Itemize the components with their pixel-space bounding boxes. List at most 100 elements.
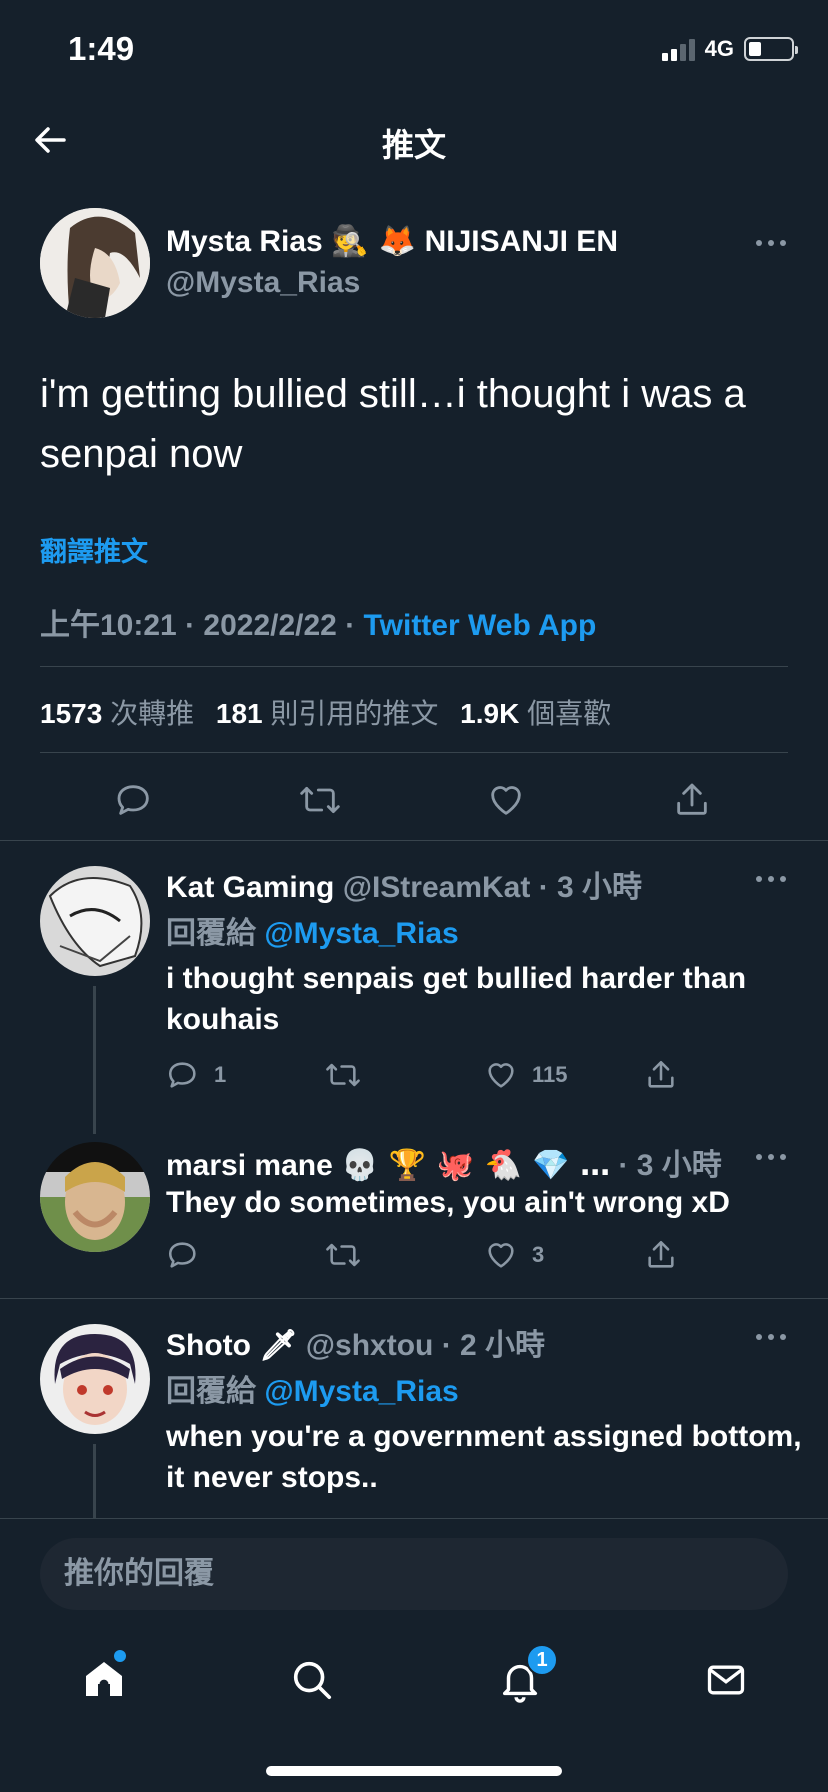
tab-messages[interactable] — [696, 1650, 756, 1710]
tab-home[interactable] — [74, 1650, 134, 1710]
bottom-tab-bar: 1 — [0, 1640, 828, 1740]
likes-label[interactable]: 個喜歡 — [527, 698, 611, 729]
replying-to-label: 回覆給 — [166, 1375, 256, 1408]
notification-badge: 1 — [526, 1644, 558, 1676]
reply-author-name: marsi mane — [166, 1149, 333, 1182]
reply-text: when you're a government assigned bottom… — [166, 1420, 802, 1494]
avatar[interactable] — [40, 1142, 150, 1252]
share-button[interactable] — [644, 1058, 678, 1092]
retweet-button[interactable] — [324, 1058, 362, 1092]
author-name-emojis: 🕵 🦊 — [331, 224, 417, 259]
retweet-icon — [326, 1063, 360, 1087]
reply-text: They do sometimes, you ain't wrong xD — [166, 1186, 730, 1219]
author-handle[interactable]: @Mysta_Rias — [166, 266, 360, 300]
tweet-date: 2022/2/22 — [203, 609, 337, 642]
like-count: 3 — [532, 1242, 545, 1267]
tab-notifications[interactable]: 1 — [490, 1644, 558, 1710]
retweet-button[interactable] — [324, 1238, 362, 1272]
share-button[interactable] — [672, 780, 712, 820]
meta-separator: · — [530, 871, 558, 904]
reply-author-emojis: 🗡 — [259, 1328, 298, 1363]
reply-button[interactable] — [166, 1238, 200, 1272]
meta-separator: · — [433, 1329, 461, 1362]
share-icon — [648, 1240, 674, 1268]
author-name[interactable]: Mysta Rias 🕵 🦊 NIJISANJI EN — [166, 224, 618, 259]
tweet-stats: 1573 次轉推 181 則引用的推文 1.9K 個喜歡 — [40, 692, 625, 732]
like-button[interactable]: 115 — [484, 1058, 568, 1092]
home-indicator — [266, 1766, 562, 1776]
reply-compose-box[interactable] — [40, 1538, 788, 1610]
tweet-text: i'm getting bullied still…i thought i wa… — [40, 372, 746, 476]
heart-icon — [491, 786, 521, 815]
divider — [0, 1298, 828, 1299]
divider — [40, 752, 788, 753]
replying-to-handle[interactable]: @Mysta_Rias — [264, 1375, 458, 1408]
avatar[interactable] — [40, 208, 150, 318]
retweet-icon — [326, 1243, 360, 1267]
reply-author-emojis: 💀 🏆 🐙 🐔 💎 … — [341, 1148, 611, 1183]
like-button[interactable] — [486, 780, 526, 820]
reply-count: 1 — [214, 1062, 227, 1087]
mail-icon — [707, 1665, 745, 1695]
thread-line — [93, 986, 96, 1134]
quotes-label[interactable]: 則引用的推文 — [270, 698, 438, 729]
unread-dot — [114, 1650, 126, 1662]
quotes-count[interactable]: 181 — [216, 698, 263, 729]
battery-icon — [744, 37, 798, 61]
heart-icon — [488, 1063, 514, 1088]
meta-separator: · — [185, 609, 204, 642]
avatar[interactable] — [40, 866, 150, 976]
replying-to: 回覆給 @Mysta_Rias — [166, 1366, 459, 1410]
translate-tweet-link[interactable]: 翻譯推文 — [40, 530, 148, 569]
share-icon — [648, 1060, 674, 1088]
reply-author[interactable]: Kat Gaming @IStreamKat · 3 小時 — [166, 862, 642, 906]
replying-to: 回覆給 @Mysta_Rias — [166, 908, 459, 952]
meta-separator: · — [345, 609, 364, 642]
more-options-icon[interactable] — [756, 874, 786, 884]
divider — [40, 666, 788, 667]
share-icon — [677, 783, 707, 815]
more-options-icon[interactable] — [756, 238, 786, 248]
tab-search[interactable] — [282, 1650, 342, 1710]
signal-icon — [661, 37, 695, 61]
status-time: 1:49 — [68, 30, 135, 67]
reply-text: i thought senpais get bullied harder tha… — [166, 962, 747, 1036]
network-type: 4G — [704, 36, 734, 61]
heart-icon — [488, 1243, 514, 1268]
reply-icon — [168, 1062, 196, 1088]
retweets-count[interactable]: 1573 — [40, 698, 102, 729]
search-icon — [293, 1661, 332, 1700]
reply-time: 2 小時 — [460, 1329, 546, 1362]
home-icon — [86, 1662, 122, 1696]
retweets-label[interactable]: 次轉推 — [110, 698, 194, 729]
tweet-time: 上午10:21 — [40, 609, 177, 642]
reply-author-handle: @IStreamKat — [342, 871, 531, 904]
status-bar: 1:49 4G — [0, 0, 828, 100]
replying-to-handle[interactable]: @Mysta_Rias — [264, 917, 458, 950]
divider — [0, 840, 828, 841]
thread-line — [93, 1444, 96, 1518]
reply-author-name: Shoto — [166, 1329, 251, 1362]
reply-time: 3 小時 — [636, 1149, 722, 1182]
reply-author[interactable]: Shoto 🗡 @shxtou · 2 小時 — [166, 1320, 545, 1364]
author-name-text: Mysta Rias — [166, 225, 323, 258]
reply-icon — [168, 1242, 196, 1268]
reply-input[interactable] — [40, 1538, 788, 1610]
more-options-icon[interactable] — [756, 1332, 786, 1342]
reply-button[interactable] — [114, 780, 154, 820]
reply-author[interactable]: marsi mane 💀 🏆 🐙 🐔 💎 … · 3 小時 — [166, 1140, 722, 1184]
like-button[interactable]: 3 — [484, 1238, 544, 1272]
reply-author-name: Kat Gaming — [166, 871, 335, 904]
likes-count[interactable]: 1.9K — [460, 698, 519, 729]
divider — [0, 1518, 828, 1519]
reply-button[interactable]: 1 — [166, 1058, 226, 1092]
avatar[interactable] — [40, 1324, 150, 1434]
reply-time: 3 小時 — [557, 871, 643, 904]
tweet-source[interactable]: Twitter Web App — [364, 609, 597, 642]
retweet-button[interactable] — [298, 780, 342, 820]
top-nav: 推文 — [0, 110, 828, 170]
like-count: 115 — [532, 1062, 568, 1087]
replying-to-label: 回覆給 — [166, 917, 256, 950]
more-options-icon[interactable] — [756, 1152, 786, 1162]
share-button[interactable] — [644, 1238, 678, 1272]
